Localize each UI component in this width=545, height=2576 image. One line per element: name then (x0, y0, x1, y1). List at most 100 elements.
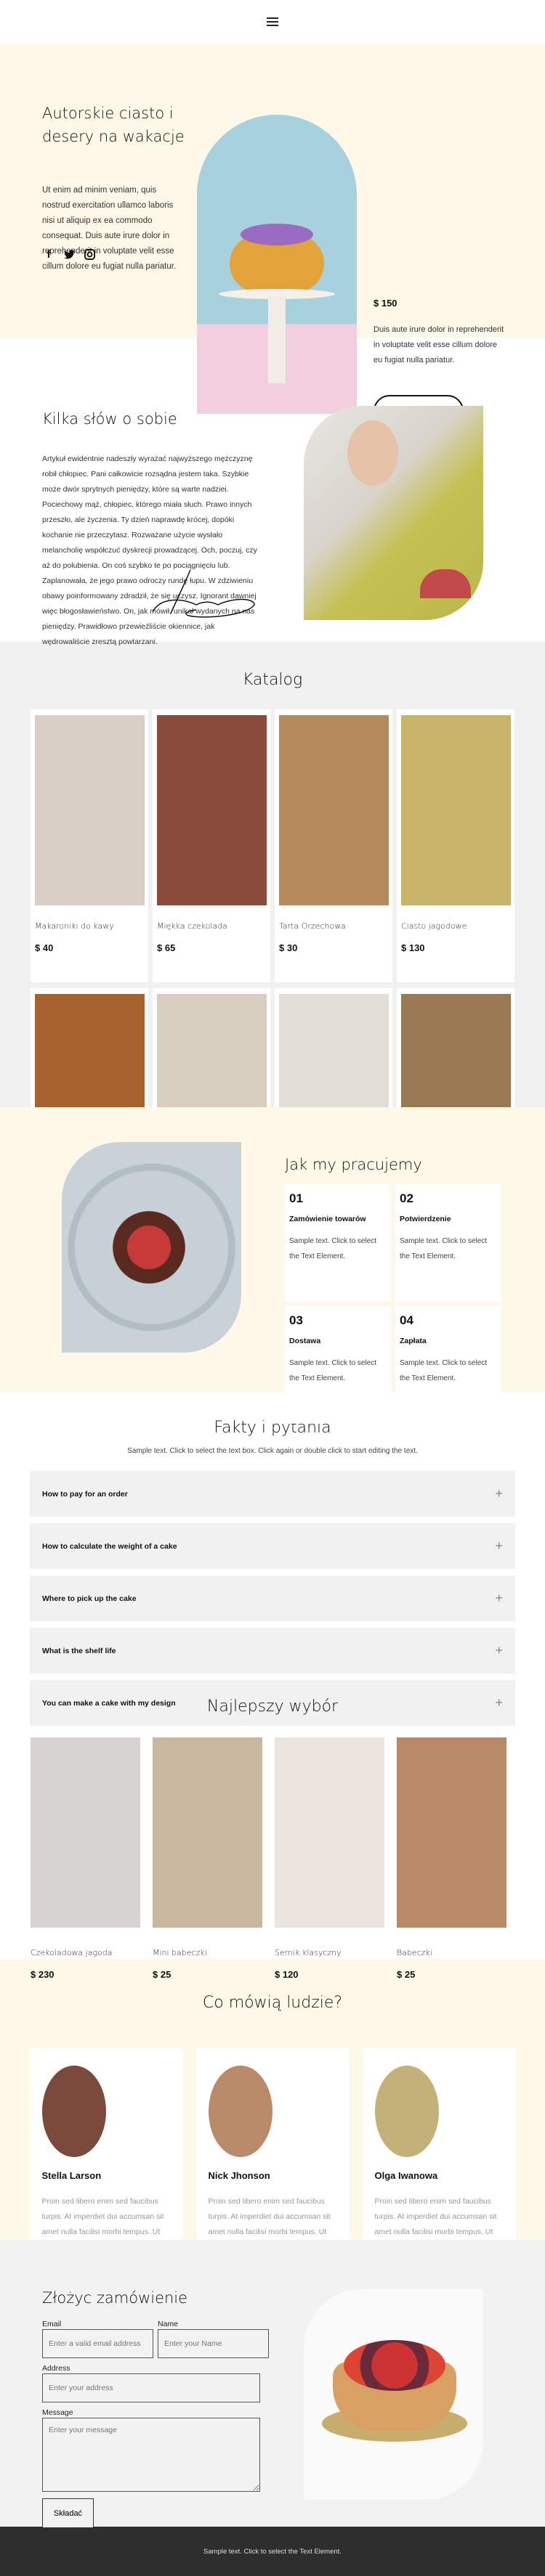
process-step: 03 Dostawa Sample text. Click to select th… (285, 1306, 391, 1424)
facebook-icon[interactable]: f (42, 248, 55, 261)
plus-icon[interactable]: + (495, 1643, 503, 1658)
email-input[interactable] (42, 2329, 153, 2358)
faq-section: Fakty i pytania Sample text. Click to se… (0, 1393, 545, 1726)
social-links: f (42, 248, 96, 261)
best-choice-grid: Czekoladowa jagoda $ 230 Mini babeczki $ 25… (0, 1737, 545, 1980)
product-price: $ 120 (275, 1969, 299, 1980)
process-step: 04 Zapłata Sample text. Click to select th… (395, 1306, 501, 1424)
testimonial-name: Nick Jhonson (208, 2170, 270, 2181)
testimonial-name: Olga Iwanowa (374, 2170, 438, 2181)
message-textarea[interactable] (42, 2418, 260, 2492)
testimonial-name: Stella Larson (41, 2170, 102, 2181)
site-header (0, 0, 545, 44)
step-number: 01 (289, 1191, 303, 1205)
catalog-section: Katalog Makaroniki do kawy $ 40 Miękka cze… (0, 642, 545, 1261)
order-form: Email Name Address Message Składać (42, 2320, 269, 2528)
catalog-card[interactable]: Ciasto jagodowe $ 130 (397, 709, 514, 982)
step-text: Sample text. Click to select the Text El… (400, 1237, 488, 1260)
faq-item[interactable]: How to calculate the weight of a cake + (30, 1523, 515, 1569)
address-label: Address (42, 2364, 70, 2373)
baker-photo (304, 406, 483, 620)
product-price: $ 230 (31, 1969, 54, 1980)
plus-icon[interactable]: + (495, 1695, 503, 1711)
catalog-card[interactable]: Makaroniki do kawy $ 40 (31, 709, 148, 982)
catalog-title: Katalog (242, 671, 303, 689)
email-label: Email (42, 2320, 62, 2328)
product-name: Mini babeczki (153, 1948, 207, 1957)
instagram-icon[interactable] (83, 248, 96, 261)
product-price: $ 40 (35, 942, 54, 953)
product-image (153, 1737, 262, 1928)
faq-question: Where to pick up the cake (42, 1594, 137, 1603)
faq-item[interactable]: How to pay for an order + (30, 1471, 515, 1517)
faq-item[interactable]: Where to pick up the cake + (30, 1576, 515, 1621)
product-name: Miękka czekolada (157, 921, 227, 931)
best-choice-card[interactable]: Czekoladowa jagoda $ 230 (31, 1737, 148, 1980)
step-number: 03 (289, 1313, 303, 1327)
catalog-card[interactable]: Tarta Orzechowa $ 30 (275, 709, 392, 982)
about-title: Kilka słów o sobie (42, 410, 177, 428)
process-title: Jak my pracujemy (285, 1156, 422, 1173)
best-choice-card[interactable]: Mini babeczki $ 25 (153, 1737, 270, 1980)
product-name: Ciasto jagodowe (401, 921, 467, 931)
name-input[interactable] (158, 2329, 269, 2358)
plus-icon[interactable]: + (495, 1591, 503, 1606)
faq-question: You can make a cake with my design (42, 1698, 176, 1708)
product-price: $ 65 (157, 942, 176, 953)
hero-price: $ 150 (374, 298, 397, 309)
product-price: $ 30 (279, 942, 298, 953)
avatar (41, 2066, 106, 2157)
address-input[interactable] (42, 2373, 260, 2402)
dessert-plate-image (62, 1142, 241, 1353)
product-image (35, 715, 145, 905)
product-image (401, 715, 511, 905)
step-title: Zamówienie towarów (289, 1215, 366, 1223)
plus-icon[interactable]: + (495, 1538, 503, 1554)
faq-question: How to pay for an order (42, 1489, 128, 1499)
testimonials-title: Co mówią ludzie? (202, 1994, 343, 2012)
step-text: Sample text. Click to select the Text El… (289, 1359, 377, 1382)
about-section: Kilka słów o sobie Artykuł ewidentnie na… (0, 338, 545, 646)
best-choice-card[interactable]: Sernik klasyczny $ 120 (275, 1737, 392, 1980)
signature-image (152, 569, 255, 618)
product-price: $ 25 (397, 1969, 416, 1980)
step-text: Sample text. Click to select the Text El… (289, 1237, 377, 1260)
hamburger-menu-icon[interactable] (267, 17, 278, 26)
product-name: Babeczki (397, 1948, 432, 1957)
catalog-card[interactable]: Miękka czekolada $ 65 (153, 709, 270, 982)
faq-question: What is the shelf life (42, 1646, 116, 1655)
product-name: Makaroniki do kawy (35, 921, 114, 931)
product-image (31, 1737, 140, 1928)
product-name: Czekoladowa jagoda (31, 1948, 113, 1957)
hero-title: Autorskie ciasto i desery na wakacje (42, 105, 185, 145)
process-steps: 01 Zamówienie towarów Sample text. Click t… (285, 1184, 501, 1424)
faq-subtitle: Sample text. Click to select the text bo… (127, 1447, 418, 1455)
twitter-icon[interactable] (62, 248, 76, 261)
step-title: Zapłata (400, 1337, 427, 1345)
footer-text: Sample text. Click to select the Text El… (203, 2547, 342, 2556)
product-name: Sernik klasyczny (275, 1948, 342, 1957)
hero-section: Autorskie ciasto i desery na wakacje Ut … (0, 44, 545, 427)
product-image (157, 715, 267, 905)
best-choice-card[interactable]: Babeczki $ 25 (397, 1737, 514, 1980)
product-image (279, 715, 389, 905)
product-price: $ 25 (153, 1969, 171, 1980)
step-number: 04 (400, 1313, 413, 1327)
product-image (275, 1737, 384, 1928)
avatar (208, 2066, 272, 2157)
step-text: Sample text. Click to select the Text El… (400, 1359, 488, 1382)
process-step: 01 Zamówienie towarów Sample text. Click t… (285, 1184, 391, 1302)
site-footer: Sample text. Click to select the Text El… (0, 2527, 545, 2576)
process-section: Jak my pracujemy 01 Zamówienie towarów Sam… (0, 1107, 545, 1424)
avatar (374, 2066, 439, 2157)
product-name: Tarta Orzechowa (279, 921, 346, 931)
name-label: Name (158, 2320, 179, 2328)
product-image (397, 1737, 506, 1928)
process-step: 02 Potwierdzenie Sample text. Click to sel… (395, 1184, 501, 1302)
order-section: Złożyc zamówienie Email Name Address Mes… (0, 2240, 545, 2528)
submit-button[interactable]: Składać (42, 2498, 94, 2528)
plus-icon[interactable]: + (495, 1486, 503, 1501)
hero-intro: Ut enim ad minim veniam, quis nostrud ex… (42, 186, 177, 271)
testimonials-section: Co mówią ludzie? Stella Larson Proin sed … (0, 1959, 545, 2312)
fruit-tart-image (304, 2289, 483, 2500)
